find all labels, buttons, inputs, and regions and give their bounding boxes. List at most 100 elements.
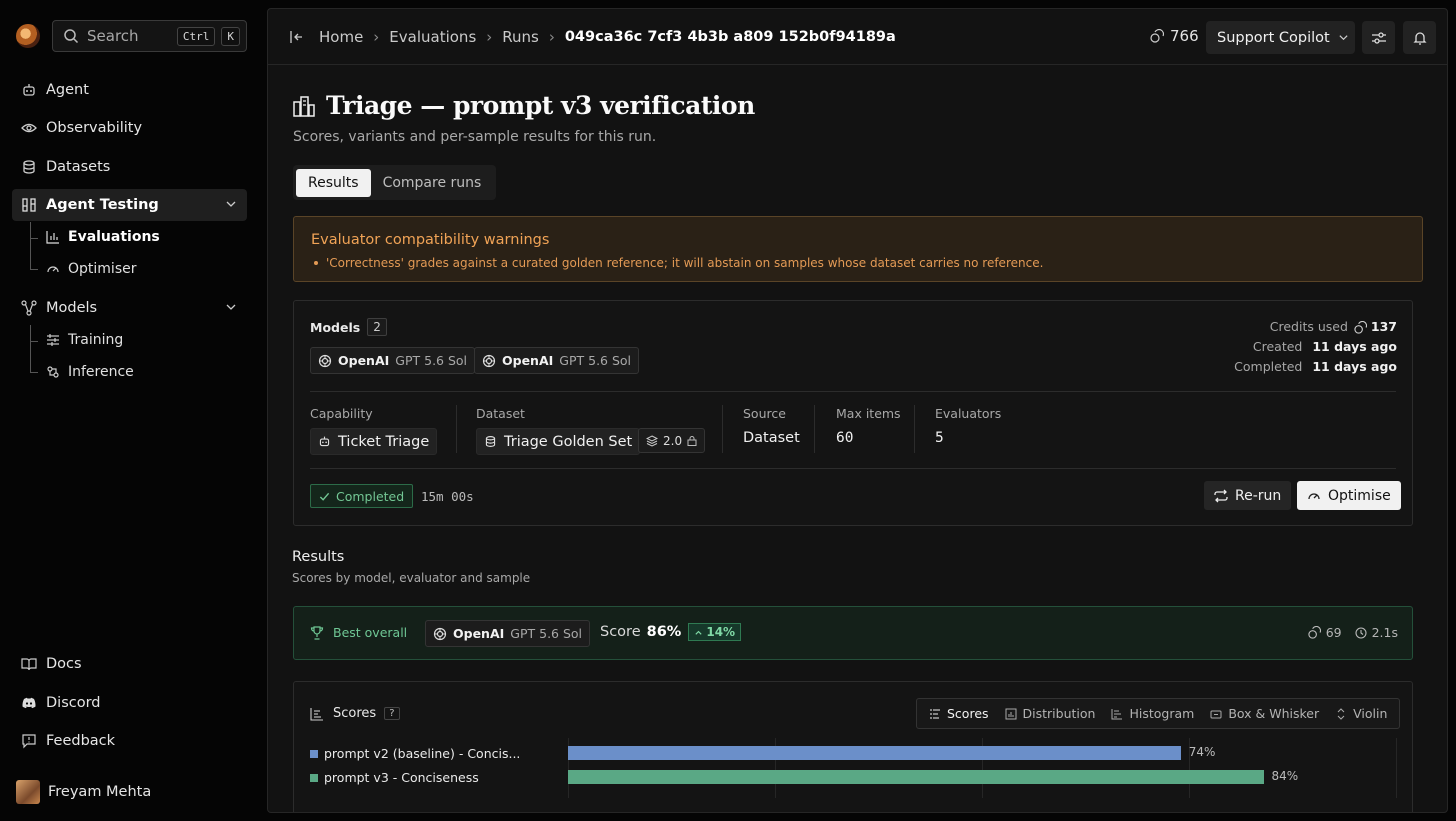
- run-duration: 15m 00s: [421, 489, 474, 504]
- dataset-chip[interactable]: Triage Golden Set: [476, 428, 641, 455]
- best-overall-text: Best overall: [333, 625, 408, 640]
- chevron-down-icon[interactable]: [225, 198, 237, 210]
- nav-item-label: Datasets: [46, 159, 111, 175]
- model-name: GPT 5.6 Sol: [510, 626, 583, 641]
- collapse-sidebar-icon[interactable]: [289, 29, 305, 45]
- max-items-value: 60: [836, 430, 854, 446]
- lock-icon: [687, 435, 697, 446]
- view-violin[interactable]: Violin: [1327, 701, 1395, 726]
- tab-results[interactable]: Results: [296, 168, 371, 197]
- series-swatch: [310, 749, 318, 758]
- sub-item-optimiser[interactable]: Optimiser: [46, 256, 136, 282]
- breadcrumb-runs[interactable]: Runs: [502, 28, 539, 46]
- eye-icon: [21, 120, 37, 136]
- model-chip[interactable]: OpenAI GPT 5.6 Sol: [474, 347, 640, 374]
- bar-baseline[interactable]: [568, 746, 1181, 760]
- best-model-chip[interactable]: OpenAI GPT 5.6 Sol: [425, 620, 591, 647]
- best-score: Score 86% 14%: [600, 623, 742, 641]
- credits-used-row: Credits used 137: [1234, 317, 1397, 337]
- nav-item-datasets[interactable]: Datasets: [12, 151, 247, 183]
- nav-item-observability[interactable]: Observability: [12, 112, 247, 144]
- sub-item-label: Evaluations: [68, 229, 160, 245]
- credits-value: 766: [1170, 27, 1199, 45]
- model-chip[interactable]: OpenAI GPT 5.6 Sol: [310, 347, 476, 374]
- optimise-button[interactable]: Optimise: [1297, 481, 1401, 510]
- best-credits: 69: [1325, 625, 1342, 640]
- nav-item-label: Agent Testing: [46, 197, 159, 213]
- gauge-icon: [1307, 489, 1321, 503]
- nav-item-docs[interactable]: Docs: [12, 648, 247, 680]
- capability-chip[interactable]: Ticket Triage: [310, 428, 438, 455]
- nav-item-label: Agent: [46, 82, 89, 98]
- tree-tick: [30, 372, 38, 373]
- models-heading: Models 2: [310, 318, 387, 336]
- view-distribution[interactable]: Distribution: [997, 701, 1104, 726]
- feedback-icon: [21, 733, 37, 749]
- coins-icon: [1354, 320, 1367, 334]
- source-label: Source: [743, 406, 786, 421]
- nav-item-agent-testing[interactable]: Agent Testing: [12, 189, 247, 221]
- coins-icon: [1308, 626, 1321, 639]
- completed-value: 11 days ago: [1312, 359, 1397, 374]
- sub-item-label: Training: [68, 332, 124, 348]
- search-box[interactable]: Search Ctrl K: [52, 20, 247, 52]
- sub-item-inference[interactable]: Inference: [46, 359, 134, 385]
- gauge-icon: [46, 262, 60, 276]
- source-value: Dataset: [743, 430, 800, 446]
- breadcrumb-separator-icon: ›: [548, 27, 555, 46]
- openai-icon: [318, 354, 332, 368]
- dataset-version-badge: 2.0: [638, 428, 706, 453]
- check-icon: [319, 491, 330, 502]
- nav-item-feedback[interactable]: Feedback: [12, 725, 247, 757]
- view-box-whisker[interactable]: Box & Whisker: [1202, 701, 1327, 726]
- tab-compare-runs[interactable]: Compare runs: [371, 169, 494, 197]
- scores-panel: Scores ? Scores Distribution Histogram B…: [293, 681, 1413, 812]
- network-icon: [21, 300, 37, 316]
- warning-title: Evaluator compatibility warnings: [311, 232, 550, 248]
- run-summary-card: Models 2 OpenAI GPT 5.6 Sol OpenAI GPT 5…: [293, 300, 1413, 526]
- tree-tick: [30, 341, 38, 342]
- breadcrumb-home[interactable]: Home: [319, 28, 363, 46]
- user-profile[interactable]: Freyam Mehta: [16, 780, 151, 804]
- chart-view-switcher: Scores Distribution Histogram Box & Whis…: [916, 698, 1401, 729]
- nav-item-label: Docs: [46, 656, 82, 672]
- series-name: prompt v2 (baseline) - Concis...: [324, 746, 521, 761]
- breadcrumb-separator-icon: ›: [373, 27, 380, 46]
- series-label-baseline: prompt v2 (baseline) - Concis...: [310, 746, 520, 761]
- breadcrumb-evaluations[interactable]: Evaluations: [389, 28, 476, 46]
- app-logo[interactable]: [16, 24, 40, 48]
- sub-item-training[interactable]: Training: [46, 327, 123, 353]
- nav-item-agent[interactable]: Agent: [12, 74, 247, 106]
- rerun-label: Re-run: [1235, 487, 1282, 504]
- view-scores[interactable]: Scores: [921, 701, 997, 726]
- notifications-button[interactable]: [1403, 21, 1436, 54]
- model-name: GPT 5.6 Sol: [559, 353, 632, 368]
- chevron-down-icon: [1338, 32, 1349, 43]
- warning-banner: Evaluator compatibility warnings 'Correc…: [293, 216, 1423, 282]
- bar-value-label: 84%: [1271, 769, 1299, 783]
- chart-icon: [46, 230, 60, 244]
- sub-item-evaluations[interactable]: Evaluations: [46, 224, 160, 250]
- nav-item-label: Models: [46, 300, 98, 316]
- bar-v3[interactable]: [568, 770, 1264, 784]
- nav-item-discord[interactable]: Discord: [12, 687, 247, 719]
- search-label: Search: [87, 27, 139, 45]
- chevron-down-icon[interactable]: [225, 301, 237, 313]
- settings-button[interactable]: [1362, 21, 1395, 54]
- nav-item-models[interactable]: Models: [12, 292, 247, 324]
- agent-selector[interactable]: Support Copilot: [1206, 21, 1355, 54]
- discord-icon: [21, 695, 37, 711]
- page-tabs: Results Compare runs: [293, 165, 497, 200]
- view-histogram[interactable]: Histogram: [1103, 701, 1202, 726]
- models-label: Models: [310, 319, 361, 335]
- status-badge: Completed: [310, 484, 414, 508]
- created-value: 11 days ago: [1312, 339, 1397, 354]
- series-name: prompt v3 - Conciseness: [324, 770, 479, 785]
- rerun-button[interactable]: Re-run: [1204, 481, 1292, 510]
- models-count-badge: 2: [367, 318, 387, 336]
- agent-selector-value: Support Copilot: [1217, 29, 1330, 46]
- help-icon[interactable]: ?: [384, 707, 400, 720]
- series-swatch: [310, 773, 318, 782]
- scores-title: Scores: [333, 706, 377, 721]
- score-value: 86%: [646, 624, 682, 640]
